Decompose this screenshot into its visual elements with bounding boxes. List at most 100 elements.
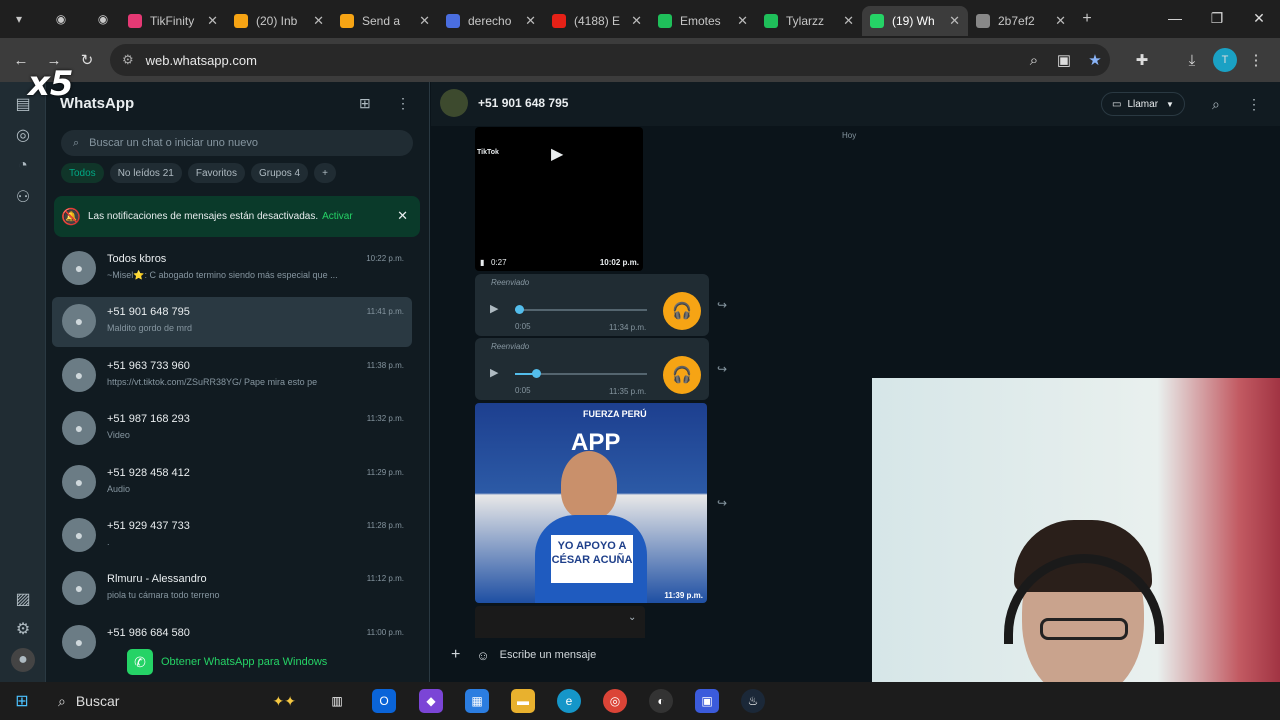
browser-tab[interactable]: TikFinity ✕ [120,6,226,36]
filter-chip[interactable]: No leídos 21 [109,163,182,183]
message-placeholder[interactable]: Escribe un mensaje [500,649,597,661]
close-tab-icon[interactable]: ✕ [737,13,748,29]
contact-avatar[interactable] [440,89,468,117]
browser-menu-icon[interactable]: ⋮ [1244,48,1268,72]
play-icon[interactable]: ▶ [490,302,498,315]
close-tab-icon[interactable]: ✕ [419,13,430,29]
audio-message[interactable]: Reenviado ▶ 0:05 11:34 p.m. 🎧 [475,274,709,336]
outlook-icon[interactable]: O [372,689,396,713]
close-tab-icon[interactable]: ✕ [525,13,536,29]
site-info-icon[interactable]: ⚙ [122,52,134,68]
message-composer[interactable]: + ☺ Escribe un mensaje [431,640,872,670]
chat-list-item[interactable]: ● +51 901 648 795 11:41 p.m. Maldito gor… [52,297,412,348]
store-icon[interactable]: ▦ [465,689,489,713]
edge-icon[interactable]: e [557,689,581,713]
audio-track[interactable] [515,309,647,311]
browser-tab[interactable]: derecho ✕ [438,6,544,36]
filter-chip[interactable]: Todos [61,163,104,183]
file-explorer-icon[interactable]: ▬ [511,689,535,713]
next-media-message[interactable] [475,606,645,638]
activate-link[interactable]: Activar [322,211,353,222]
minimize-icon[interactable]: — [1154,0,1196,36]
task-view-icon[interactable]: ▥ [325,689,349,713]
browser-tab[interactable]: Emotes ✕ [650,6,756,36]
reload-icon[interactable]: ↻ [75,48,99,72]
close-window-icon[interactable]: ✕ [1238,0,1280,36]
image-message[interactable]: FUERZA PERÚ APP YO APOYO A CÉSAR ACUÑA 1… [475,403,707,603]
close-tab-icon[interactable]: ✕ [949,13,960,29]
profile-avatar[interactable]: T [1213,48,1237,72]
zoom-icon[interactable]: ⌕ [1022,48,1046,72]
new-tab-icon[interactable]: + [1074,6,1100,32]
chat-list-item[interactable]: ● +51 929 437 733 11:28 p.m. . [52,511,412,561]
tab-search-icon[interactable]: ▾ [6,6,32,32]
filter-chip[interactable]: Favoritos [187,163,245,183]
browser-tab[interactable]: (19) Wh ✕ [862,6,968,36]
get-windows-app-link[interactable]: ✆ Obtener WhatsApp para Windows [127,649,327,675]
chat-menu-icon[interactable]: ⋮ [1247,96,1261,113]
menu-icon[interactable]: ⋮ [396,95,410,112]
filter-chip[interactable]: Grupos 4 [250,163,309,183]
discord-like-icon[interactable]: ▣ [695,689,719,713]
forward-icon[interactable]: ↪ [717,362,727,376]
taskbar-search-label: Buscar [75,693,120,709]
chat-list-item[interactable]: ● +51 987 168 293 11:32 p.m. Video [52,404,412,454]
close-tab-icon[interactable]: ✕ [207,13,218,29]
search-input[interactable]: ⌕ Buscar un chat o iniciar uno nuevo [61,130,413,156]
settings-icon[interactable]: ⚙ [11,617,35,641]
scroll-down-icon[interactable]: ⌄ [628,612,636,623]
conversation-header[interactable]: +51 901 648 795 ▭ Llamar ▼ ⌕ ⋮ [431,82,1280,126]
chat-list-item[interactable]: ● +51 928 458 412 11:29 p.m. Audio [52,458,412,508]
channels-icon[interactable]: ◔ [11,154,35,178]
download-icon[interactable]: ⤓ [1180,48,1204,72]
video-message[interactable]: TikTok ▶ ▮ 0:27 10:02 p.m. [475,127,643,271]
browser-tab[interactable]: (4188) E ✕ [544,6,650,36]
incognito-icon[interactable]: ◉ [48,6,74,32]
sticker-icon[interactable]: ☺ [476,648,489,663]
filter-chip[interactable]: + [314,163,336,183]
browser-tab-bar: ▾ ◉ ◉ TikFinity ✕ (20) Inb ✕ Send a ✕ de… [0,0,1280,38]
play-icon[interactable]: ▶ [490,366,498,379]
steam-icon[interactable]: ♨ [741,689,765,713]
extensions-icon[interactable]: ✚ [1130,48,1154,72]
audio-message[interactable]: Reenviado ▶ 0:05 11:35 p.m. 🎧 [475,338,709,400]
start-icon[interactable]: ⊞ [10,689,34,713]
copilot-icon[interactable]: ◆ [419,689,443,713]
contact-name[interactable]: +51 901 648 795 [478,96,568,110]
close-tab-icon[interactable]: ✕ [631,13,642,29]
cast-icon[interactable]: ▣ [1052,48,1076,72]
forward-icon[interactable]: ↪ [717,496,727,510]
chat-list-item[interactable]: ● Todos kbros 10:22 p.m. ~Misel⭐: C abog… [52,244,412,294]
close-tab-icon[interactable]: ✕ [843,13,854,29]
media-icon[interactable]: ▨ [11,587,35,611]
forward-icon[interactable]: ↪ [717,298,727,312]
attach-plus-icon[interactable]: + [451,646,460,664]
bookmark-star-icon[interactable]: ★ [1083,48,1107,72]
audio-time: 11:35 p.m. [609,387,647,396]
taskbar-search[interactable]: ⌕ Buscar ✦✦ [46,687,306,715]
communities-icon[interactable]: ⚇ [11,185,35,209]
play-icon[interactable]: ▶ [551,144,563,164]
chat-list-item[interactable]: ● +51 963 733 960 11:38 p.m. https://vt.… [52,351,412,401]
profile-icon[interactable]: ● [11,648,35,672]
close-tab-icon[interactable]: ✕ [313,13,324,29]
obs-icon[interactable]: ◐ [649,689,673,713]
audio-progress-thumb[interactable] [515,305,524,314]
profile-icon[interactable]: ◉ [90,6,116,32]
audio-progress-thumb[interactable] [532,369,541,378]
browser-tab[interactable]: (20) Inb ✕ [226,6,332,36]
browser-tab[interactable]: Tylarzz ✕ [756,6,862,36]
close-tab-icon[interactable]: ✕ [1055,13,1066,29]
status-icon[interactable]: ◎ [11,123,35,147]
search-chat-icon[interactable]: ⌕ [1212,96,1220,113]
new-chat-icon[interactable]: ⊞ [359,95,371,112]
url-input[interactable]: ⚙ web.whatsapp.com [110,44,1110,76]
browser-tab[interactable]: 2b7ef2 ✕ [968,6,1074,36]
maximize-icon[interactable]: ❐ [1196,0,1238,36]
chrome-icon[interactable]: ◎ [603,689,627,713]
chat-list-item[interactable]: ● Rlmuru - Alessandro 11:12 p.m. piola t… [52,564,412,614]
close-icon[interactable]: ✕ [397,208,408,224]
tab-favicon-icon [234,14,248,28]
browser-tab[interactable]: Send a ✕ [332,6,438,36]
call-button[interactable]: ▭ Llamar ▼ [1101,92,1185,116]
